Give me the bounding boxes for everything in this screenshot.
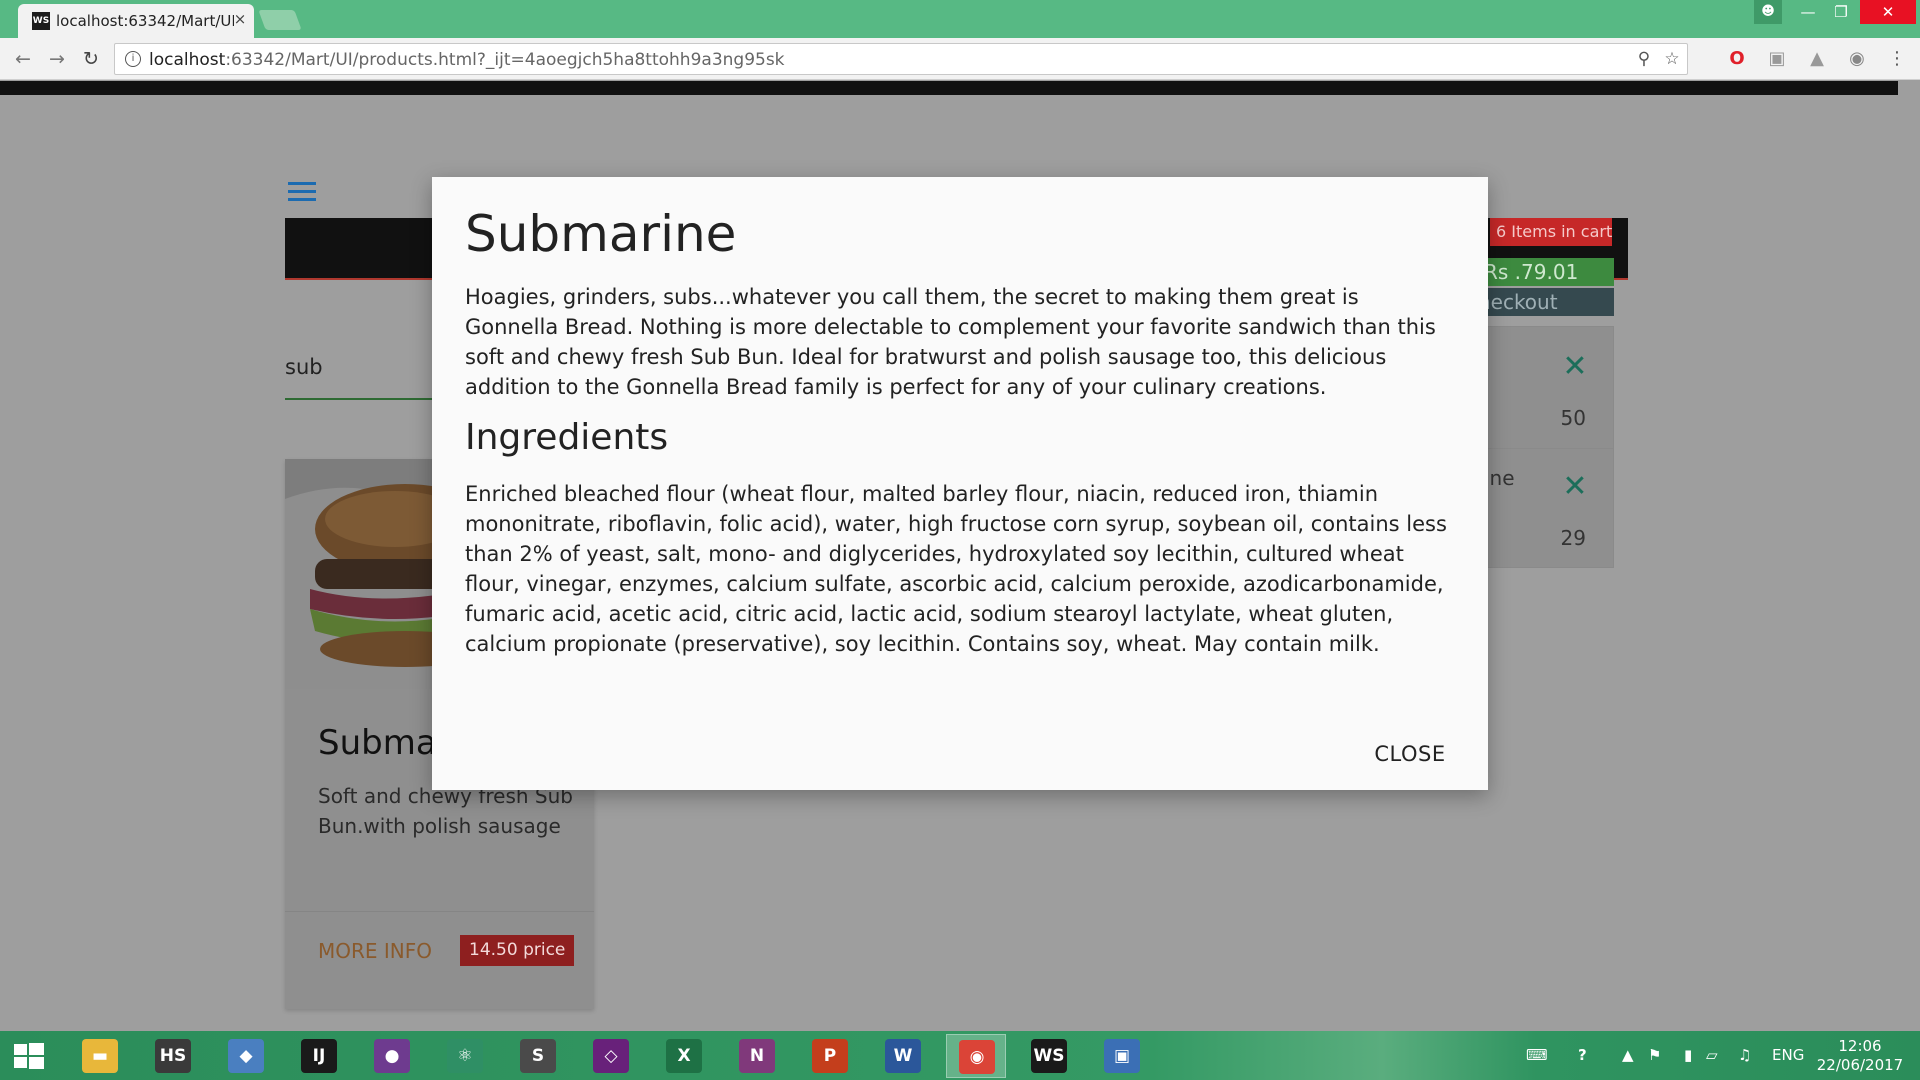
webstorm-favicon-icon: WS <box>32 12 50 30</box>
taskbar-visual-studio-button[interactable]: ◇ <box>581 1034 641 1078</box>
taskbar-onenote-button[interactable]: N <box>727 1034 787 1078</box>
visual-studio-icon: ◇ <box>593 1039 629 1073</box>
cart-count-badge: 6 Items in cart <box>1490 218 1612 246</box>
search-underline <box>285 398 435 400</box>
product-description: Soft and chewy fresh Sub Bun.with polish… <box>318 784 573 838</box>
cart-item-qty: 50 <box>1560 406 1586 430</box>
tab-close-icon[interactable]: × <box>232 10 248 28</box>
clock-time: 12:06 <box>1838 1037 1882 1055</box>
search-input[interactable]: sub <box>285 355 323 379</box>
word-icon: W <box>885 1039 921 1073</box>
back-icon[interactable]: ← <box>10 46 36 72</box>
hamburger-menu-icon[interactable] <box>288 182 316 204</box>
browser-tab[interactable]: WS localhost:63342/Mart/UI/ × <box>18 4 254 38</box>
checkout-button[interactable]: Checkout <box>1484 288 1614 316</box>
taskbar-virtualbox-button[interactable]: ◆ <box>216 1034 276 1078</box>
new-tab-button[interactable] <box>258 10 302 30</box>
minimize-button[interactable]: — <box>1793 0 1823 24</box>
modal-title: Submarine <box>465 205 737 263</box>
taskbar-file-explorer-button[interactable]: ▬ <box>70 1034 130 1078</box>
window-close-button[interactable]: ✕ <box>1860 0 1916 24</box>
browser-titlebar: WS localhost:63342/Mart/UI/ × ☻ — ❐ ✕ <box>0 0 1920 38</box>
hs-icon: HS <box>155 1039 191 1073</box>
info-icon[interactable]: i <box>125 51 141 67</box>
maximize-button[interactable]: ❐ <box>1826 0 1856 24</box>
menu-icon[interactable]: ⋮ <box>1886 48 1908 70</box>
taskbar-sublime-button[interactable]: S <box>508 1034 568 1078</box>
remove-item-icon[interactable]: ✕ <box>1562 352 1588 382</box>
ingredients-heading: Ingredients <box>465 417 669 458</box>
windows-taskbar: ▬ HS ◆ IJ ● ⚛ S ◇ X N P W ◉ WS ▣ ⌨ ? ▲ ⚑ ▮ ▱ ♫ ENG 12:… <box>0 1031 1920 1080</box>
system-clock[interactable]: 12:06 22/06/2017 <box>1810 1037 1910 1075</box>
browser-toolbar: ← → ↻ i localhost:63342/Mart/UI/products… <box>0 38 1920 80</box>
cart-total: Rs .79.01 <box>1484 258 1614 286</box>
extension-icon[interactable]: ▣ <box>1766 48 1788 70</box>
zoom-icon[interactable]: ⚲ <box>1633 49 1655 69</box>
remove-item-icon[interactable]: ✕ <box>1562 472 1588 502</box>
virtualbox-icon: ◆ <box>228 1039 264 1073</box>
tray-expand-icon[interactable]: ▲ <box>1622 1046 1634 1064</box>
checkout-label: Checkout <box>1484 290 1558 314</box>
taskbar-atom-button[interactable]: ⚛ <box>435 1034 495 1078</box>
taskbar-webstorm-button[interactable]: WS <box>1019 1034 1079 1078</box>
sublime-icon: S <box>520 1039 556 1073</box>
webstorm-icon: WS <box>1031 1039 1067 1073</box>
card-divider <box>285 911 594 912</box>
taskbar-hs-button[interactable]: HS <box>143 1034 203 1078</box>
taskbar-chrome-button[interactable]: ◉ <box>946 1034 1006 1078</box>
taskbar-github-button[interactable]: ● <box>362 1034 422 1078</box>
camera-icon[interactable]: ◉ <box>1846 48 1868 70</box>
atom-icon: ⚛ <box>447 1039 483 1073</box>
user-profile-icon[interactable]: ☻ <box>1754 0 1782 24</box>
volume-icon[interactable]: ♫ <box>1738 1046 1751 1064</box>
powerpoint-icon: P <box>812 1039 848 1073</box>
cart-row-divider <box>1484 448 1614 449</box>
battery-icon[interactable]: ▮ <box>1684 1046 1692 1064</box>
product-info-modal: Submarine Hoagies, grinders, subs...what… <box>432 177 1488 790</box>
taskbar-intellij-button[interactable]: IJ <box>289 1034 349 1078</box>
close-button[interactable]: CLOSE <box>1365 736 1455 772</box>
signal-icon[interactable]: ▱ <box>1706 1046 1718 1064</box>
reload-icon[interactable]: ↻ <box>78 46 104 72</box>
help-icon[interactable]: ? <box>1578 1046 1587 1064</box>
clock-date: 22/06/2017 <box>1816 1056 1904 1074</box>
file-explorer-icon: ▬ <box>82 1039 118 1073</box>
url-path: :63342/Mart/UI/products.html?_ijt=4aoegj… <box>225 50 785 70</box>
taskbar-photos-button[interactable]: ▣ <box>1092 1034 1152 1078</box>
cart-item-qty: 29 <box>1560 526 1586 550</box>
cart-total-value: Rs .79.01 <box>1484 260 1579 284</box>
intellij-icon: IJ <box>301 1039 337 1073</box>
page-top-bar <box>0 81 1898 95</box>
network-icon[interactable]: ⚑ <box>1648 1046 1661 1064</box>
pdf-icon[interactable]: ▲ <box>1806 48 1828 70</box>
taskbar-word-button[interactable]: W <box>873 1034 933 1078</box>
ingredients-text: Enriched bleached flour (wheat flour, ma… <box>465 482 1447 656</box>
scrollbar[interactable] <box>1898 81 1920 1031</box>
photos-icon: ▣ <box>1104 1039 1140 1073</box>
github-icon: ● <box>374 1039 410 1073</box>
keyboard-icon[interactable]: ⌨ <box>1526 1046 1548 1064</box>
tab-title: localhost:63342/Mart/UI/ <box>56 12 234 30</box>
more-info-link[interactable]: MORE INFO <box>318 939 432 963</box>
windows-logo-icon <box>14 1043 44 1069</box>
url-host: localhost <box>149 50 226 70</box>
forward-icon[interactable]: → <box>44 46 70 72</box>
address-bar[interactable]: i localhost:63342/Mart/UI/products.html?… <box>114 43 1688 75</box>
taskbar-excel-button[interactable]: X <box>654 1034 714 1078</box>
start-button[interactable] <box>0 1034 58 1078</box>
language-indicator[interactable]: ENG <box>1772 1046 1804 1064</box>
modal-description: Hoagies, grinders, subs...whatever you c… <box>465 285 1436 399</box>
opera-icon[interactable]: O <box>1726 48 1748 70</box>
chrome-icon: ◉ <box>959 1040 995 1074</box>
excel-icon: X <box>666 1039 702 1073</box>
onenote-icon: N <box>739 1039 775 1073</box>
star-icon[interactable]: ☆ <box>1661 49 1683 69</box>
price-badge: 14.50 price <box>460 935 575 966</box>
taskbar-powerpoint-button[interactable]: P <box>800 1034 860 1078</box>
url-text[interactable]: localhost:63342/Mart/UI/products.html?_i… <box>149 50 785 70</box>
cart-item-name: ine <box>1484 466 1515 490</box>
